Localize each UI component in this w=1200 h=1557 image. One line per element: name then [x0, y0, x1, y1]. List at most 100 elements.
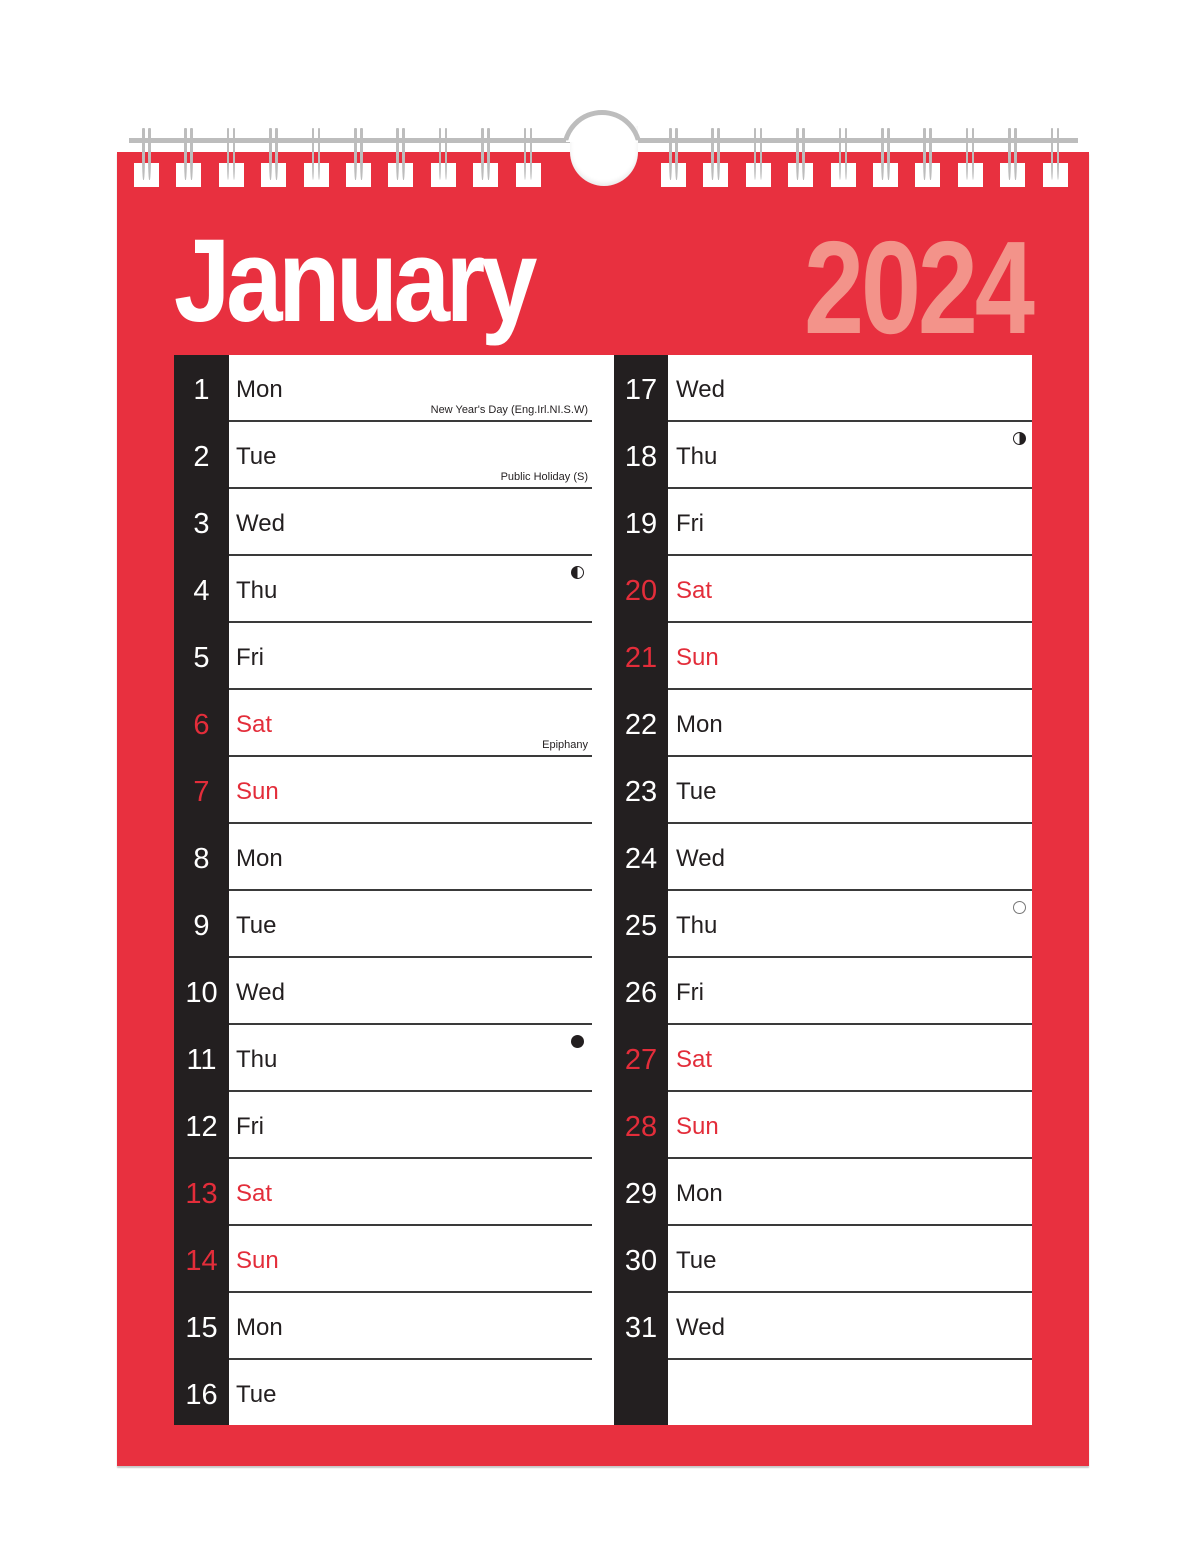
binding-hole — [346, 163, 371, 187]
day-number: 22 — [624, 709, 658, 741]
day-row[interactable]: 19 Fri — [614, 489, 1032, 556]
day-name: Mon — [236, 1314, 283, 1341]
binding-hole — [388, 163, 414, 187]
holiday-note: Epiphany — [542, 739, 588, 751]
day-number: 31 — [624, 1312, 658, 1344]
day-number: 10 — [185, 977, 218, 1009]
day-name: Tue — [236, 1381, 277, 1408]
day-name: Wed — [236, 979, 285, 1006]
day-row[interactable]: 2 Tue Public Holiday (S) — [174, 422, 592, 489]
day-row[interactable]: 24 Wed — [614, 824, 1032, 891]
days-column-right: 17 Wed 18 Thu 19 Fri 20 Sat 21 Sun 22 Mon 23 Tue 24 Wed… — [614, 355, 1032, 1425]
day-name: Fri — [236, 644, 264, 671]
day-row[interactable] — [614, 1360, 1032, 1427]
day-name: Fri — [236, 1113, 264, 1140]
new-moon-icon — [571, 1035, 584, 1048]
day-name: Sun — [236, 1247, 279, 1274]
spiral-wire-loop — [711, 128, 714, 180]
spiral-wire-loop — [311, 128, 315, 180]
day-row[interactable]: 21 Sun — [614, 623, 1032, 690]
day-row[interactable]: 28 Sun — [614, 1092, 1032, 1159]
day-row[interactable]: 13 Sat — [174, 1159, 592, 1226]
binding-hole — [430, 163, 456, 187]
day-row[interactable]: 15 Mon — [174, 1293, 592, 1360]
day-name: Sat — [236, 1180, 273, 1207]
day-row[interactable]: 23 Tue — [614, 757, 1032, 824]
spiral-wire-loop — [529, 128, 533, 180]
day-row[interactable]: 20 Sat — [614, 556, 1032, 623]
day-row[interactable]: 30 Tue — [614, 1226, 1032, 1293]
day-name: Sat — [676, 577, 713, 604]
day-name: Fri — [676, 979, 704, 1006]
day-name: Sun — [676, 644, 719, 671]
day-name: Tue — [676, 1247, 717, 1274]
day-row[interactable]: 7 Sun — [174, 757, 592, 824]
binding-hole — [915, 163, 941, 187]
day-number: 9 — [193, 910, 210, 942]
last-quarter-moon-icon — [571, 566, 584, 579]
day-row[interactable]: 10 Wed — [174, 958, 592, 1025]
holiday-note: Public Holiday (S) — [500, 471, 588, 483]
spiral-wire-loop — [396, 128, 399, 180]
day-number: 5 — [193, 642, 210, 674]
spiral-wire-loop — [675, 128, 678, 180]
day-name: Mon — [676, 1180, 723, 1207]
day-name: Wed — [676, 1314, 725, 1341]
day-row[interactable]: 14 Sun — [174, 1226, 592, 1293]
day-number: 4 — [193, 575, 210, 607]
day-number: 19 — [624, 508, 658, 540]
binding-hole — [176, 163, 202, 187]
day-row[interactable]: 27 Sat — [614, 1025, 1032, 1092]
binding-hole — [1000, 163, 1026, 187]
day-row[interactable]: 17 Wed — [614, 355, 1032, 422]
day-name: Sun — [676, 1113, 719, 1140]
day-row[interactable]: 8 Mon — [174, 824, 592, 891]
day-row[interactable]: 3 Wed — [174, 489, 592, 556]
spiral-wire-loop — [1056, 128, 1060, 180]
day-row[interactable]: 18 Thu — [614, 422, 1032, 489]
day-row[interactable]: 31 Wed — [614, 1293, 1032, 1360]
binding-hole — [873, 163, 898, 187]
day-row[interactable]: 29 Mon — [614, 1159, 1032, 1226]
binding-hole — [515, 163, 541, 187]
day-row[interactable]: 4 Thu — [174, 556, 592, 623]
day-row[interactable]: 9 Tue — [174, 891, 592, 958]
spiral-wire-loop — [1014, 128, 1017, 180]
days-column-left: 1 Mon New Year's Day (Eng.Irl.NI.S.W) 2 Tue P… — [174, 355, 614, 1425]
day-row[interactable]: 16 Tue — [174, 1360, 592, 1427]
day-row[interactable]: 6 Sat Epiphany — [174, 690, 592, 757]
day-name: Mon — [236, 845, 283, 872]
day-row[interactable]: 1 Mon New Year's Day (Eng.Irl.NI.S.W) — [174, 355, 592, 422]
spiral-wire-loop — [317, 128, 321, 180]
day-name: Wed — [676, 845, 725, 872]
spiral-wire-loop — [354, 128, 357, 180]
day-number: 23 — [624, 776, 658, 808]
day-number: 21 — [624, 642, 658, 674]
spiral-wire-loop — [142, 128, 145, 180]
binding-wire-bar — [129, 138, 571, 143]
day-number: 20 — [624, 575, 658, 607]
spiral-wire-loop — [275, 128, 278, 180]
spiral-wire-loop — [923, 128, 926, 180]
day-row[interactable]: 5 Fri — [174, 623, 592, 690]
day-name: Wed — [676, 376, 725, 403]
day-row[interactable]: 12 Fri — [174, 1092, 592, 1159]
day-number: 12 — [185, 1111, 218, 1143]
spiral-wire-loop — [148, 128, 151, 180]
day-row[interactable]: 22 Mon — [614, 690, 1032, 757]
spiral-wire-loop — [523, 128, 527, 180]
spiral-wire-loop — [802, 128, 805, 180]
day-row[interactable]: 11 Thu — [174, 1025, 592, 1092]
day-row[interactable]: 26 Fri — [614, 958, 1032, 1025]
day-number: 25 — [624, 910, 658, 942]
day-number: 30 — [624, 1245, 658, 1277]
day-row[interactable]: 25 Thu — [614, 891, 1032, 958]
spiral-wire-loop — [184, 128, 187, 180]
day-name: Thu — [676, 443, 718, 470]
day-name: Sat — [676, 1046, 713, 1073]
spiral-wire-loop — [887, 128, 890, 180]
day-number: 8 — [193, 843, 210, 875]
day-number: 2 — [193, 441, 210, 473]
full-moon-icon — [1013, 901, 1026, 914]
day-name: Sun — [236, 778, 279, 805]
